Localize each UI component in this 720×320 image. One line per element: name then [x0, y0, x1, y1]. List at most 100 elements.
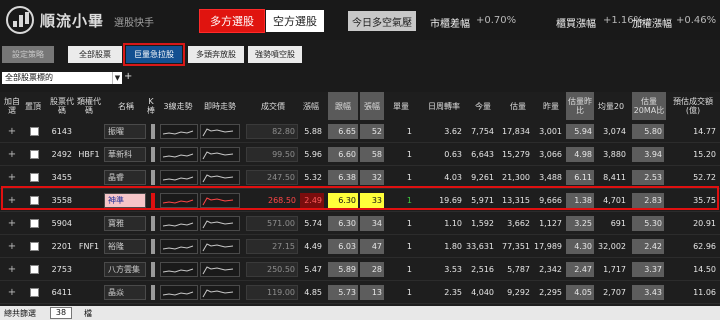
table-row[interactable]: +6143 振曜 82.80 5.88 6.65 52 1 3.62 7,754 17,834 3,… — [0, 120, 720, 143]
col-price[interactable]: 成交價 — [256, 92, 290, 120]
range-value: 6.65 — [328, 124, 358, 139]
trend-sparkline[interactable] — [160, 262, 198, 277]
stock-name[interactable]: 神準 — [104, 193, 146, 208]
col-est-ratio[interactable]: 估量昨比 — [566, 92, 594, 120]
stock-code: 2201 — [51, 242, 72, 251]
col-3line[interactable]: 3線走勢 — [160, 92, 196, 120]
pin-checkbox[interactable] — [28, 216, 40, 231]
trend-sparkline[interactable] — [160, 147, 198, 162]
add-filter-icon[interactable]: + — [124, 71, 134, 83]
col-today-vol[interactable]: 今量 — [472, 92, 494, 120]
change-pct: 2.49 — [300, 193, 324, 208]
intraday-sparkline[interactable] — [200, 193, 240, 208]
col-kbar[interactable]: K棒 — [146, 92, 156, 120]
col-range1[interactable]: 跟幅 — [328, 92, 358, 120]
intraday-sparkline[interactable] — [200, 239, 240, 254]
stock-name[interactable]: 裕隆 — [104, 239, 146, 254]
trend-sparkline[interactable] — [160, 285, 198, 300]
add-watchlist-button[interactable]: + — [4, 193, 20, 208]
long-mode-button[interactable]: 多方選股 — [199, 9, 265, 33]
col-turnover[interactable]: 日周轉率 — [424, 92, 464, 120]
trend-sparkline[interactable] — [160, 124, 198, 139]
intraday-sparkline[interactable] — [200, 170, 240, 185]
table-row[interactable]: +6411 晶焱 119.00 4.85 5.73 13 1 2.35 4,040 9,292 2,… — [0, 281, 720, 304]
intraday-sparkline[interactable] — [200, 124, 240, 139]
estimate-ratio: 3.25 — [566, 216, 594, 231]
col-change[interactable]: 漲幅 — [300, 92, 322, 120]
col-warrant[interactable]: 類權代碼 — [76, 92, 102, 120]
trade-price: 119.00 — [246, 285, 298, 300]
today-volume: 5,971 — [471, 196, 494, 205]
pin-checkbox[interactable] — [28, 147, 40, 162]
col-est-amount[interactable]: 預估成交額(億) — [668, 92, 718, 120]
chevron-down-icon[interactable]: ▼ — [112, 72, 122, 84]
table-row[interactable]: +3558 神準 268.50 2.49 6.30 33 1 19.69 5,971 13,315… — [0, 189, 720, 212]
stock-universe-select[interactable]: 全部股票標的 — [2, 72, 118, 84]
stock-name[interactable]: 八方雲集 — [104, 262, 146, 277]
pin-checkbox[interactable] — [28, 285, 40, 300]
estimated-volume: 17,834 — [502, 127, 530, 136]
col-lot[interactable]: 單量 — [390, 92, 412, 120]
checkbox-icon — [29, 288, 39, 297]
col-est-vol[interactable]: 估量 — [506, 92, 530, 120]
col-ma20[interactable]: 均量20 — [596, 92, 626, 120]
lot-size: 1 — [406, 219, 412, 228]
tab-all-stocks[interactable]: 全部股票 — [68, 46, 122, 63]
add-watchlist-button[interactable]: + — [4, 216, 20, 231]
tab-volume-surge[interactable]: 巨量急拉股 — [123, 43, 185, 66]
filter-count: 38 — [50, 307, 72, 319]
stock-name[interactable]: 振曜 — [104, 124, 146, 139]
table-row[interactable]: +3455 晶睿 247.50 5.32 6.38 32 1 4.03 9,261 21,300 3… — [0, 166, 720, 189]
col-range2[interactable]: 張幅 — [360, 92, 384, 120]
intraday-sparkline[interactable] — [200, 262, 240, 277]
set-strategy-button[interactable]: 設定策略 — [2, 46, 54, 63]
range-value: 6.38 — [328, 170, 358, 185]
col-yday-vol[interactable]: 昨量 — [540, 92, 562, 120]
stock-name[interactable]: 寶雅 — [104, 216, 146, 231]
add-watchlist-button[interactable]: + — [4, 262, 20, 277]
pin-checkbox[interactable] — [28, 239, 40, 254]
col-name[interactable]: 名稱 — [108, 92, 144, 120]
pin-checkbox[interactable] — [28, 124, 40, 139]
trend-sparkline[interactable] — [160, 193, 198, 208]
estimate-ratio: 1.38 — [566, 193, 594, 208]
table-row[interactable]: +2492 HBF1 華新科 99.50 5.96 6.60 58 1 0.63 6,643 15,… — [0, 143, 720, 166]
add-watchlist-button[interactable]: + — [4, 239, 20, 254]
tab-bull-run[interactable]: 多頭奔放股 — [188, 46, 244, 63]
pin-checkbox[interactable] — [28, 262, 40, 277]
add-watchlist-button[interactable]: + — [4, 147, 20, 162]
stock-name[interactable]: 晶睿 — [104, 170, 146, 185]
stock-name[interactable]: 晶焱 — [104, 285, 146, 300]
estimated-amount: 15.20 — [693, 150, 716, 159]
range-value: 6.30 — [328, 193, 358, 208]
trend-sparkline[interactable] — [160, 239, 198, 254]
stock-name[interactable]: 華新科 — [104, 147, 146, 162]
pin-checkbox[interactable] — [28, 193, 40, 208]
col-pin[interactable]: 置頂 — [24, 92, 42, 120]
col-ma20-ratio[interactable]: 估量20MA比 — [632, 92, 666, 120]
table-row[interactable]: +2201 FNF1 裕隆 27.15 4.49 6.03 47 1 1.80 33,631 77,… — [0, 235, 720, 258]
lot-size: 1 — [406, 265, 412, 274]
intraday-sparkline[interactable] — [200, 216, 240, 231]
col-add-watchlist[interactable]: 加自選 — [2, 92, 22, 120]
stock-code: 6143 — [51, 127, 72, 136]
intraday-sparkline[interactable] — [200, 147, 240, 162]
table-row[interactable]: +2753 八方雲集 250.50 5.47 5.89 28 1 3.53 2,516 5,787… — [0, 258, 720, 281]
tab-strong-gap[interactable]: 強勢噴空股 — [248, 46, 302, 63]
warrant-code — [76, 262, 102, 277]
col-intraday[interactable]: 即時走勢 — [200, 92, 240, 120]
table-row[interactable]: +5904 寶雅 571.00 5.74 6.30 34 1 1.10 1,592 3,662 1,… — [0, 212, 720, 235]
market-mood-button[interactable]: 今日多空氣壓 — [348, 11, 416, 31]
trend-sparkline[interactable] — [160, 170, 198, 185]
kbar-icon — [148, 239, 158, 254]
short-mode-button[interactable]: 空方選股 — [266, 10, 324, 32]
pin-checkbox[interactable] — [28, 170, 40, 185]
col-code[interactable]: 股票代碼 — [50, 92, 74, 120]
intraday-sparkline[interactable] — [200, 285, 240, 300]
range-value: 5.89 — [328, 262, 358, 277]
add-watchlist-button[interactable]: + — [4, 285, 20, 300]
add-watchlist-button[interactable]: + — [4, 124, 20, 139]
trend-sparkline[interactable] — [160, 216, 198, 231]
trade-price: 247.50 — [246, 170, 298, 185]
add-watchlist-button[interactable]: + — [4, 170, 20, 185]
